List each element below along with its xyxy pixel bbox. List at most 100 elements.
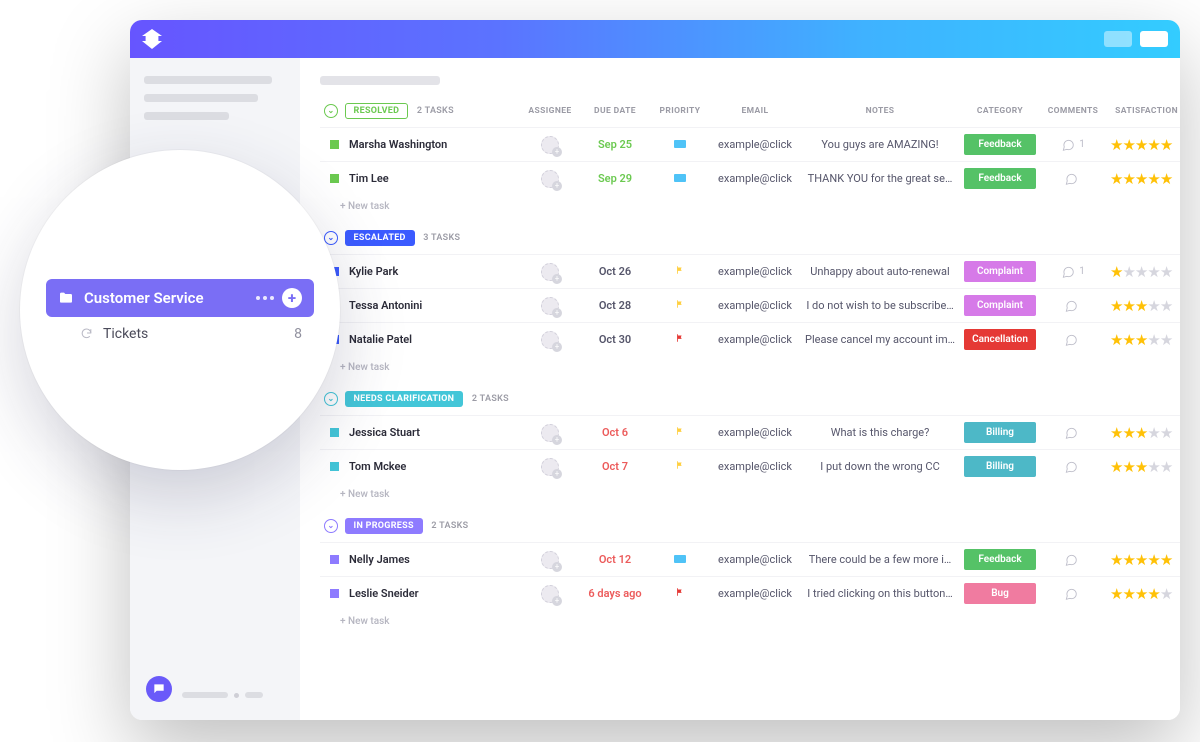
task-row[interactable]: Tim Lee Sep 29 example@click THANK YOU f… — [320, 162, 1180, 196]
space-add-button[interactable]: + — [282, 288, 302, 308]
due-date[interactable]: Oct 28 — [580, 289, 650, 323]
task-row[interactable]: Tessa Antonini Oct 28 example@click I do… — [320, 289, 1180, 323]
star-icon[interactable]: ★ — [1122, 297, 1134, 315]
category-chip[interactable]: Feedback — [964, 134, 1036, 155]
star-icon[interactable]: ★ — [1147, 551, 1159, 569]
priority-flag-icon[interactable] — [650, 416, 710, 450]
assignee-avatar[interactable] — [541, 331, 559, 349]
task-status-bullet[interactable] — [330, 428, 339, 437]
group-collapse-toggle[interactable]: ⌄ — [324, 519, 338, 533]
new-task-button[interactable]: + New task — [320, 610, 1180, 629]
satisfaction-stars[interactable]: ★★★★★ — [1106, 162, 1180, 196]
star-icon[interactable]: ★ — [1122, 331, 1134, 349]
assignee-avatar[interactable] — [541, 297, 559, 315]
star-icon[interactable]: ★ — [1135, 551, 1147, 569]
category-chip[interactable]: Billing — [964, 456, 1036, 477]
star-icon[interactable]: ★ — [1122, 585, 1134, 603]
category-chip[interactable]: Feedback — [964, 549, 1036, 570]
assignee-avatar[interactable] — [541, 551, 559, 569]
due-date[interactable]: Oct 12 — [580, 543, 650, 577]
star-icon[interactable]: ★ — [1110, 136, 1122, 154]
priority-flag-icon[interactable] — [650, 323, 710, 357]
task-row[interactable]: Marsha Washington Sep 25 example@click Y… — [320, 128, 1180, 162]
comments-cell[interactable] — [1044, 553, 1102, 567]
star-icon[interactable]: ★ — [1110, 551, 1122, 569]
star-icon[interactable]: ★ — [1122, 136, 1134, 154]
star-icon[interactable]: ★ — [1135, 331, 1147, 349]
star-icon[interactable]: ★ — [1147, 458, 1159, 476]
star-icon[interactable]: ★ — [1160, 297, 1172, 315]
category-chip[interactable]: Billing — [964, 422, 1036, 443]
star-icon[interactable]: ★ — [1110, 297, 1122, 315]
star-icon[interactable]: ★ — [1135, 458, 1147, 476]
priority-flag-icon[interactable] — [650, 255, 710, 289]
new-task-button[interactable]: + New task — [320, 356, 1180, 375]
due-date[interactable]: Oct 6 — [580, 416, 650, 450]
task-status-bullet[interactable] — [330, 140, 339, 149]
star-icon[interactable]: ★ — [1160, 170, 1172, 188]
due-date[interactable]: 6 days ago — [580, 577, 650, 611]
group-status-pill[interactable]: IN PROGRESS — [345, 518, 423, 534]
due-date[interactable]: Sep 25 — [580, 128, 650, 162]
satisfaction-stars[interactable]: ★★★★★ — [1106, 450, 1180, 484]
star-icon[interactable]: ★ — [1110, 263, 1122, 281]
priority-flag-icon[interactable] — [650, 128, 710, 162]
satisfaction-stars[interactable]: ★★★★★ — [1106, 289, 1180, 323]
comments-cell[interactable] — [1044, 333, 1102, 347]
star-icon[interactable]: ★ — [1135, 136, 1147, 154]
space-item-customer-service[interactable]: Customer Service + — [46, 279, 314, 317]
due-date[interactable]: Oct 26 — [580, 255, 650, 289]
task-row[interactable]: Kylie Park Oct 26 example@click Unhappy … — [320, 255, 1180, 289]
star-icon[interactable]: ★ — [1160, 585, 1172, 603]
star-icon[interactable]: ★ — [1147, 297, 1159, 315]
list-item-tickets[interactable]: Tickets 8 — [46, 317, 314, 342]
group-collapse-toggle[interactable]: ⌄ — [324, 104, 338, 118]
comments-cell[interactable]: 1 — [1044, 265, 1102, 279]
satisfaction-stars[interactable]: ★★★★★ — [1106, 416, 1180, 450]
group-collapse-toggle[interactable]: ⌄ — [324, 231, 338, 245]
assignee-avatar[interactable] — [541, 458, 559, 476]
task-row[interactable]: Tom Mckee Oct 7 example@click I put down… — [320, 450, 1180, 484]
star-icon[interactable]: ★ — [1122, 263, 1134, 281]
star-icon[interactable]: ★ — [1122, 551, 1134, 569]
assignee-avatar[interactable] — [541, 585, 559, 603]
star-icon[interactable]: ★ — [1110, 585, 1122, 603]
comments-cell[interactable] — [1044, 172, 1102, 186]
task-status-bullet[interactable] — [330, 589, 339, 598]
due-date[interactable]: Oct 7 — [580, 450, 650, 484]
star-icon[interactable]: ★ — [1135, 170, 1147, 188]
comments-cell[interactable]: 1 — [1044, 138, 1102, 152]
group-collapse-toggle[interactable]: ⌄ — [324, 392, 338, 406]
group-status-pill[interactable]: ESCALATED — [345, 230, 415, 246]
due-date[interactable]: Sep 29 — [580, 162, 650, 196]
star-icon[interactable]: ★ — [1147, 331, 1159, 349]
star-icon[interactable]: ★ — [1147, 263, 1159, 281]
priority-flag-icon[interactable] — [650, 162, 710, 196]
star-icon[interactable]: ★ — [1160, 263, 1172, 281]
star-icon[interactable]: ★ — [1135, 263, 1147, 281]
topbar-chip[interactable] — [1104, 31, 1132, 47]
star-icon[interactable]: ★ — [1160, 331, 1172, 349]
new-task-button[interactable]: + New task — [320, 195, 1180, 214]
task-status-bullet[interactable] — [330, 555, 339, 564]
task-status-bullet[interactable] — [330, 462, 339, 471]
star-icon[interactable]: ★ — [1122, 424, 1134, 442]
assignee-avatar[interactable] — [541, 136, 559, 154]
star-icon[interactable]: ★ — [1110, 458, 1122, 476]
comments-cell[interactable] — [1044, 587, 1102, 601]
task-row[interactable]: Jessica Stuart Oct 6 example@click What … — [320, 416, 1180, 450]
star-icon[interactable]: ★ — [1160, 551, 1172, 569]
star-icon[interactable]: ★ — [1135, 585, 1147, 603]
star-icon[interactable]: ★ — [1160, 458, 1172, 476]
comments-cell[interactable] — [1044, 460, 1102, 474]
topbar-chip-solid[interactable] — [1140, 31, 1168, 47]
space-options-button[interactable] — [256, 296, 274, 300]
due-date[interactable]: Oct 30 — [580, 323, 650, 357]
chat-icon[interactable] — [146, 676, 172, 702]
satisfaction-stars[interactable]: ★★★★★ — [1106, 128, 1180, 162]
task-status-bullet[interactable] — [330, 174, 339, 183]
star-icon[interactable]: ★ — [1135, 424, 1147, 442]
task-row[interactable]: Nelly James Oct 12 example@click There c… — [320, 543, 1180, 577]
assignee-avatar[interactable] — [541, 424, 559, 442]
category-chip[interactable]: Feedback — [964, 168, 1036, 189]
